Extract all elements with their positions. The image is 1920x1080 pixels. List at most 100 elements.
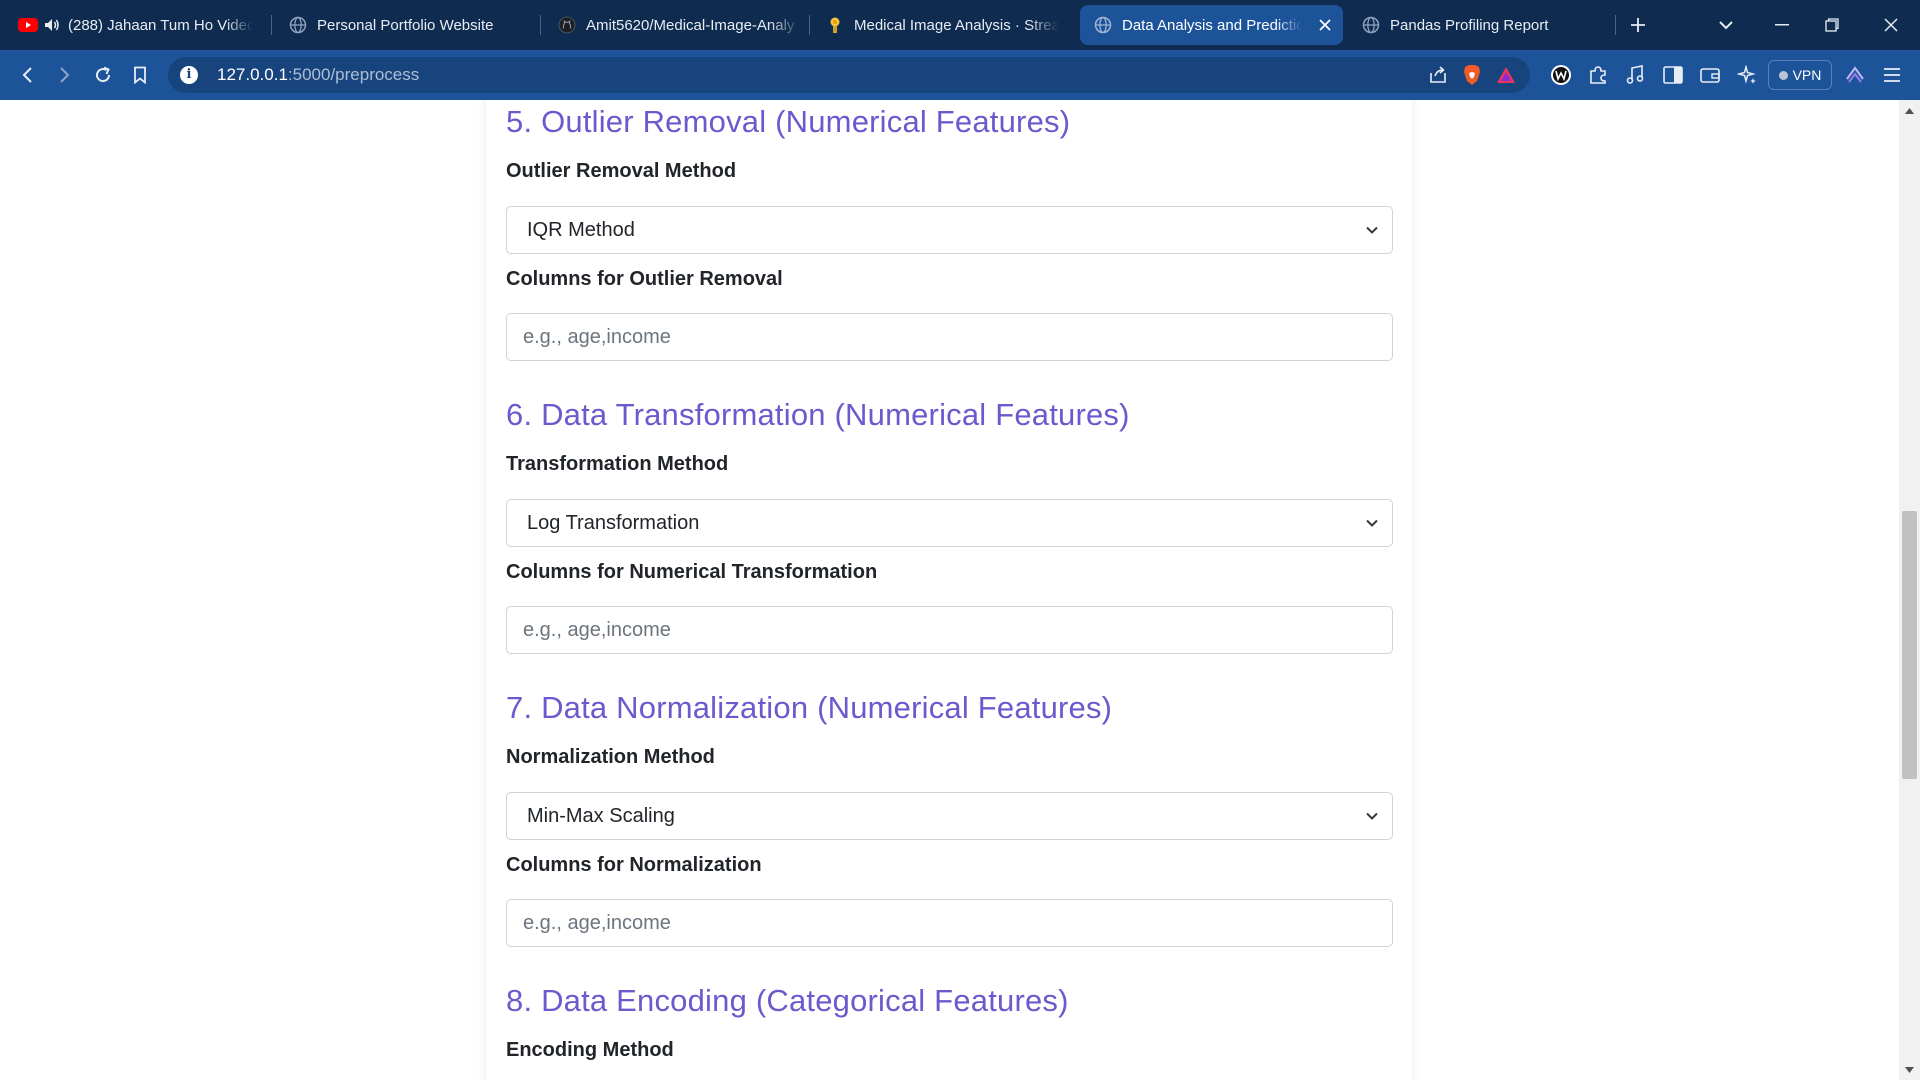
tab-title: Personal Portfolio Website xyxy=(317,16,494,34)
tab-separator xyxy=(1615,15,1616,35)
address-bar[interactable]: i 127.0.0.1:5000/preprocess xyxy=(168,57,1530,93)
outlier-method-label: Outlier Removal Method xyxy=(506,160,737,182)
brave-rewards-icon[interactable] xyxy=(1496,66,1516,89)
tab-pandas-profiling[interactable]: Pandas Profiling Report xyxy=(1362,0,1602,50)
speaker-icon[interactable] xyxy=(44,16,60,34)
streamlit-icon xyxy=(826,16,844,34)
new-tab-button[interactable] xyxy=(1618,0,1658,50)
tab-github[interactable]: Amit5620/Medical-Image-Analy xyxy=(558,0,808,50)
media-button[interactable] xyxy=(1620,60,1650,90)
chevron-down-icon xyxy=(1366,812,1378,820)
section-title-data-normalization: 7. Data Normalization (Numerical Feature… xyxy=(506,690,1113,725)
section-title-outlier-removal: 5. Outlier Removal (Numerical Features) xyxy=(506,104,1071,139)
chevron-down-icon xyxy=(1366,519,1378,527)
normalization-columns-input[interactable] xyxy=(506,899,1393,947)
transformation-method-label: Transformation Method xyxy=(506,453,729,475)
tab-strip: (288) Jahaan Tum Ho Video Personal Portf… xyxy=(0,0,1920,50)
wallet-icon xyxy=(1700,68,1720,83)
brave-logo-icon xyxy=(1846,66,1864,83)
minimize-button[interactable] xyxy=(1758,0,1806,50)
reload-button[interactable] xyxy=(88,60,118,90)
tab-data-analysis[interactable]: Data Analysis and Predictio xyxy=(1080,5,1343,45)
globe-icon xyxy=(289,16,307,34)
tab-separator xyxy=(809,15,810,35)
tab-title: (288) Jahaan Tum Ho Video xyxy=(68,16,253,34)
vpn-status-dot xyxy=(1778,70,1788,80)
url-text[interactable]: 127.0.0.1:5000/preprocess xyxy=(217,57,419,93)
close-icon[interactable] xyxy=(1319,15,1331,36)
vpn-label: VPN xyxy=(1792,67,1822,83)
tab-title: Data Analysis and Predictio xyxy=(1122,16,1302,34)
extensions-button[interactable] xyxy=(1583,60,1613,90)
youtube-icon xyxy=(18,16,38,34)
encoding-method-label: Encoding Method xyxy=(506,1039,674,1061)
sidebar-icon xyxy=(1663,66,1683,84)
wallet-extension-button[interactable] xyxy=(1546,60,1576,90)
music-note-icon xyxy=(1626,65,1644,84)
scroll-down-arrow[interactable] xyxy=(1899,1061,1920,1078)
transformation-method-value: Log Transformation xyxy=(527,512,700,534)
wallet-button[interactable] xyxy=(1695,60,1725,90)
puzzle-icon xyxy=(1590,66,1606,84)
restore-icon xyxy=(1825,18,1839,32)
transformation-columns-input[interactable] xyxy=(506,606,1393,654)
scroll-thumb[interactable] xyxy=(1902,511,1917,779)
hamburger-menu-icon xyxy=(1884,68,1900,82)
tab-separator xyxy=(540,15,541,35)
sparkle-icon xyxy=(1737,65,1756,84)
brave-shields-icon[interactable] xyxy=(1462,64,1482,91)
url-path: :5000/preprocess xyxy=(287,65,420,84)
w-extension-icon xyxy=(1551,65,1571,85)
page-viewport: 5. Outlier Removal (Numerical Features) … xyxy=(0,100,1899,1080)
normalization-method-value: Min-Max Scaling xyxy=(527,805,675,827)
normalization-method-label: Normalization Method xyxy=(506,746,715,768)
tab-separator xyxy=(271,15,272,35)
normalization-columns-label: Columns for Normalization xyxy=(506,854,762,876)
tab-medical-image-analysis[interactable]: Medical Image Analysis · Strean xyxy=(826,0,1066,50)
tab-title: Medical Image Analysis · Strean xyxy=(854,16,1059,34)
page-scrollbar[interactable] xyxy=(1899,100,1920,1080)
vpn-button[interactable]: VPN xyxy=(1768,60,1832,90)
outlier-method-value: IQR Method xyxy=(527,219,635,241)
section-title-data-transformation: 6. Data Transformation (Numerical Featur… xyxy=(506,397,1130,432)
transformation-method-select[interactable]: Log Transformation xyxy=(506,499,1393,547)
menu-button[interactable] xyxy=(1877,60,1907,90)
close-window-button[interactable] xyxy=(1866,0,1916,50)
forward-arrow-icon xyxy=(60,67,70,83)
bookmark-button[interactable] xyxy=(125,60,155,90)
close-icon xyxy=(1884,18,1898,32)
github-icon xyxy=(558,16,576,34)
tab-search-button[interactable] xyxy=(1706,0,1746,50)
tab-portfolio[interactable]: Personal Portfolio Website xyxy=(289,0,534,50)
minimize-icon xyxy=(1775,24,1789,26)
outlier-columns-label: Columns for Outlier Removal xyxy=(506,268,783,290)
chevron-down-icon xyxy=(1366,226,1378,234)
tab-title: Amit5620/Medical-Image-Analy xyxy=(586,16,795,34)
triangle-up-icon xyxy=(1905,107,1914,114)
scroll-up-arrow[interactable] xyxy=(1899,102,1920,119)
triangle-down-icon xyxy=(1905,1066,1914,1073)
share-icon[interactable] xyxy=(1428,65,1448,90)
forward-button[interactable] xyxy=(50,60,80,90)
outlier-columns-input[interactable] xyxy=(506,313,1393,361)
tab-youtube[interactable]: (288) Jahaan Tum Ho Video xyxy=(18,0,268,50)
globe-icon xyxy=(1094,16,1112,34)
back-arrow-icon xyxy=(22,67,32,83)
back-button[interactable] xyxy=(12,60,42,90)
outlier-method-select[interactable]: IQR Method xyxy=(506,206,1393,254)
chevron-down-icon xyxy=(1719,21,1733,30)
bookmark-icon xyxy=(134,66,146,84)
plus-icon xyxy=(1631,18,1645,32)
restore-button[interactable] xyxy=(1808,0,1856,50)
globe-icon xyxy=(1362,16,1380,34)
preprocess-form-card: 5. Outlier Removal (Numerical Features) … xyxy=(486,100,1412,1080)
leo-ai-button[interactable] xyxy=(1732,60,1762,90)
section-title-data-encoding: 8. Data Encoding (Categorical Features) xyxy=(506,983,1069,1018)
info-icon[interactable]: i xyxy=(180,66,198,84)
brave-news-button[interactable] xyxy=(1840,60,1870,90)
browser-toolbar: i 127.0.0.1:5000/preprocess VPN xyxy=(0,50,1920,100)
sidebar-button[interactable] xyxy=(1658,60,1688,90)
transformation-columns-label: Columns for Numerical Transformation xyxy=(506,561,878,583)
tab-title: Pandas Profiling Report xyxy=(1390,16,1549,34)
normalization-method-select[interactable]: Min-Max Scaling xyxy=(506,792,1393,840)
